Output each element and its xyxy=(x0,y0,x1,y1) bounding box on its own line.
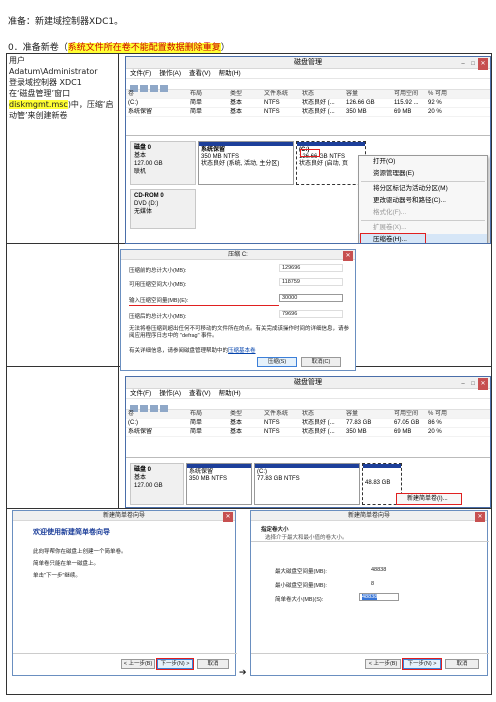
label-max-size: 最大磁盘空间量(MB): xyxy=(275,569,327,575)
close-icon[interactable]: ✕ xyxy=(343,251,353,261)
step-text-cell: 用户 Adatum\Administrator 登录域控制器 XDC1 在‘磁盘… xyxy=(6,53,119,244)
close-icon[interactable]: ✕ xyxy=(223,512,233,522)
close-icon[interactable]: ✕ xyxy=(478,58,488,70)
menu-view[interactable]: 查看(V) xyxy=(189,70,211,77)
shrink-highlight xyxy=(360,233,426,243)
value-max-size: 48838 xyxy=(371,567,387,573)
volume-size-input[interactable]: 48838 xyxy=(359,593,399,601)
label-volume-size: 简单卷大小(MB)(S): xyxy=(275,597,324,603)
partition-c[interactable]: (C:) 126.66 GB NTFS 状态良好 (启动, 页 xyxy=(296,141,366,185)
maximize-icon[interactable]: □ xyxy=(468,378,478,390)
cancel-button[interactable]: 取消(C) xyxy=(301,357,341,367)
shrink-dialog: 压缩 C: ✕ 压缩前的总计大小(MB): 129696 可用压缩空间大小(MB)… xyxy=(120,249,356,371)
context-menu: 打开(O) 资源管理器(E) 将分区标记为活动分区(M) 更改驱动器号和路径(C… xyxy=(358,155,488,243)
volume-row[interactable]: (C:) 简单 基本 NTFS 状态良好 (... 77.83 GB 67.05 GB 86 … xyxy=(126,419,490,428)
cdrom-label[interactable]: CD-ROM 0 DVD (D:) 无媒体 xyxy=(130,189,196,229)
doc-header: 准备：新建域控制器XDC1。 xyxy=(8,17,124,27)
step-text: 用户 Adatum\Administrator 登录域控制器 XDC1 在‘磁盘… xyxy=(9,56,114,120)
dialog-title-bar: 压缩 C: ✕ xyxy=(121,250,355,261)
volume-row[interactable]: 系统保留 简单 基本 NTFS 状态良好 (... 350 MB 69 MB 20 % xyxy=(126,108,490,117)
value-total-after: 79696 xyxy=(279,310,343,318)
c-drive-highlight xyxy=(300,149,320,157)
wizard-text-2: 简单卷只能在单一磁盘上。 xyxy=(33,561,100,567)
label-shrink-amount: 输入压缩空间量(MB)(E): xyxy=(129,298,189,304)
volume-row[interactable]: 系统保留 简单 基本 NTFS 状态良好 (... 350 MB 69 MB 20 % xyxy=(126,428,490,437)
label-total-before: 压缩前的总计大小(MB): xyxy=(129,268,187,274)
section-title: 0．准备新卷（系统文件所在卷不能配置数据删除重复） xyxy=(8,43,230,53)
back-button[interactable]: < 上一步(B) xyxy=(365,659,401,669)
menu-format[interactable]: 格式化(F)... xyxy=(359,207,487,219)
menu-change-letter[interactable]: 更改驱动器号和路径(C)... xyxy=(359,195,487,207)
disk0-label[interactable]: 磁盘 0 基本 127.00 GB 联机 xyxy=(130,141,196,185)
menu-file[interactable]: 文件(F) xyxy=(130,70,151,77)
label-min-size: 最小磁盘空间量(MB): xyxy=(275,583,327,589)
wizard-title-bar: 新建简单卷向导 ✕ xyxy=(251,511,487,522)
more-info: 有关详细信息，请参阅磁盘管理帮助中的 xyxy=(129,348,229,354)
volume-list: 卷布局 类型 文件系统 状态 容量 可用空间% 可用 (C:) 简单 基本 NTFS 状态良好 (… xyxy=(126,410,490,437)
arrow-icon: ➔ xyxy=(239,668,247,678)
shrink-note: 无法将卷压缩到超出任何不可移动的文件所在的点。有关完成该操作时间的详细信息，请参… xyxy=(129,326,350,339)
title-bar: 磁盘管理 – □ ✕ xyxy=(126,57,490,70)
label-total-after: 压缩后的总计大小(MB): xyxy=(129,314,187,320)
wizard-text-3: 单击"下一步"继续。 xyxy=(33,573,81,579)
cancel-button[interactable]: 取消 xyxy=(197,659,229,669)
shrink-button[interactable]: 压缩(S) xyxy=(257,357,297,367)
volume-row[interactable]: (C:) 简单 基本 NTFS 状态良好 (... 126.66 GB 115.92 ...… xyxy=(126,99,490,108)
close-icon[interactable]: ✕ xyxy=(478,378,488,390)
title-bar: 磁盘管理 – □ ✕ xyxy=(126,377,490,390)
disk-management-window-2: 磁盘管理 – □ ✕ 文件(F) 操作(A) 查看(V) 帮助(H) 卷布局 类型 文件系统状… xyxy=(125,376,491,508)
menu-action[interactable]: 操作(A) xyxy=(159,70,181,77)
close-icon[interactable]: ✕ xyxy=(475,512,485,522)
shrink-amount-input[interactable]: 30000 xyxy=(279,294,343,302)
menu-file[interactable]: 文件(F) xyxy=(130,390,151,397)
menu-help[interactable]: 帮助(H) xyxy=(219,70,241,77)
next-highlight xyxy=(402,658,442,670)
menu-view[interactable]: 查看(V) xyxy=(189,390,211,397)
menu-open[interactable]: 打开(O) xyxy=(359,156,487,168)
wizard-welcome: 新建简单卷向导 ✕ 欢迎使用新建简单卷向导 此向导帮你在磁盘上创建一个简单卷。 简… xyxy=(12,510,237,676)
wizard-text-1: 此向导帮你在磁盘上创建一个简单卷。 xyxy=(33,549,127,555)
diskmgmt-highlight: diskmgmt.msc xyxy=(9,100,68,109)
toolbar xyxy=(126,399,490,412)
wizard-title-bar: 新建简单卷向导 ✕ xyxy=(13,511,235,522)
partition-c[interactable]: (C:) 77.83 GB NTFS xyxy=(254,463,360,505)
disk-management-window: 磁盘管理 – □ ✕ 文件(F) 操作(A) 查看(V) 帮助(H) 卷布局 类型 文件系统状… xyxy=(125,56,491,244)
partition-system-reserved[interactable]: 系统保留 350 MB NTFS xyxy=(186,463,252,505)
document-page: 准备：新建域控制器XDC1。 0．准备新卷（系统文件所在卷不能配置数据删除重复）… xyxy=(0,0,496,702)
menu-bar: 文件(F) 操作(A) 查看(V) 帮助(H) xyxy=(126,389,490,399)
label-available: 可用压缩空间大小(MB): xyxy=(129,282,187,288)
new-volume-highlight xyxy=(396,493,462,505)
wizard-heading: 欢迎使用新建简单卷向导 xyxy=(33,529,110,536)
maximize-icon[interactable]: □ xyxy=(468,58,478,70)
menu-help[interactable]: 帮助(H) xyxy=(219,390,241,397)
wizard-volume-size: 新建简单卷向导 ✕ 指定卷大小 选择介于最大和最小值的卷大小。 最大磁盘空间量(M… xyxy=(250,510,489,676)
wizard-heading: 指定卷大小 xyxy=(261,527,289,533)
next-highlight xyxy=(156,658,194,670)
value-total-before: 129696 xyxy=(279,264,343,272)
back-button[interactable]: < 上一步(B) xyxy=(121,659,155,669)
help-link[interactable]: 压缩基本卷 xyxy=(228,348,256,354)
menu-mark-active[interactable]: 将分区标记为活动分区(M) xyxy=(359,183,487,195)
toolbar xyxy=(126,79,490,92)
cancel-button[interactable]: 取消 xyxy=(445,659,479,669)
wizard-subheading: 选择介于最大和最小值的卷大小。 xyxy=(265,535,348,541)
partition-system-reserved[interactable]: 系统保留 350 MB NTFS 状态良好 (系统, 活动, 主分区) xyxy=(198,141,294,185)
minimize-icon[interactable]: – xyxy=(458,378,468,390)
section-highlight: 系统文件所在卷不能配置数据删除重复 xyxy=(67,43,221,53)
volume-list: 卷布局 类型 文件系统 状态 容量 可用空间% 可用 (C:) 简单 基本 NTFS 状态良好 (… xyxy=(126,90,490,117)
menu-explorer[interactable]: 资源管理器(E) xyxy=(359,168,487,180)
menu-bar: 文件(F) 操作(A) 查看(V) 帮助(H) xyxy=(126,69,490,79)
red-underline xyxy=(129,305,279,306)
menu-action[interactable]: 操作(A) xyxy=(159,390,181,397)
minimize-icon[interactable]: – xyxy=(458,58,468,70)
value-available: 118759 xyxy=(279,278,343,286)
disk0-label[interactable]: 磁盘 0 基本 127.00 GB xyxy=(130,463,184,505)
value-min-size: 8 xyxy=(371,581,375,587)
